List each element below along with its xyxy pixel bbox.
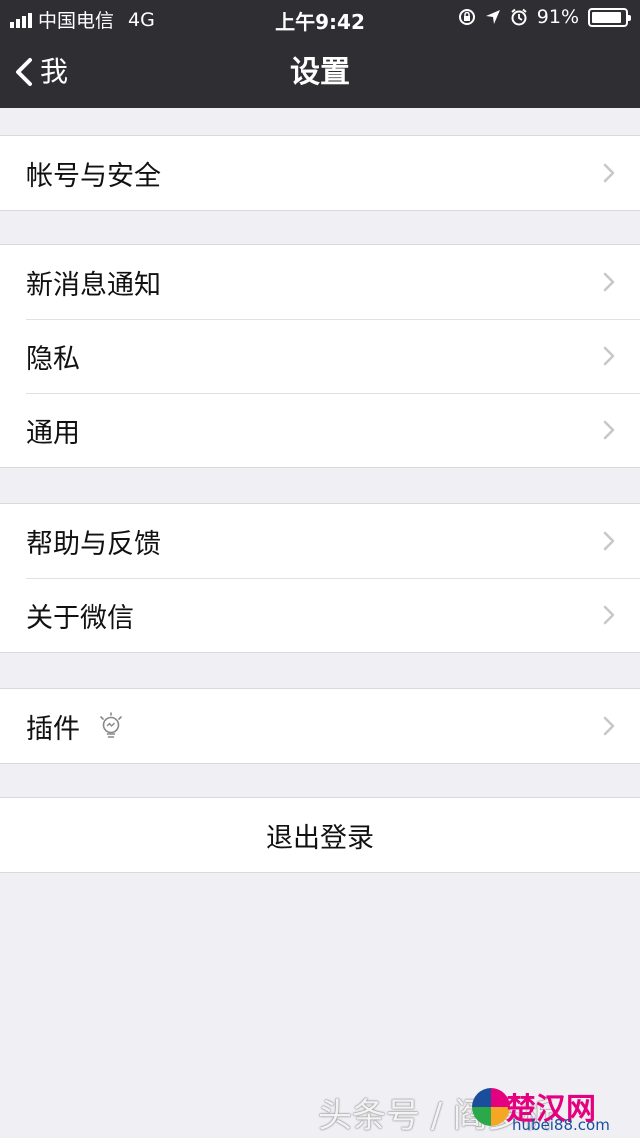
chevron-right-icon [603, 716, 615, 736]
status-bar-right: 91% [458, 6, 631, 28]
settings-group-general: 新消息通知 隐私 通用 [0, 244, 640, 468]
battery-percent: 91% [536, 6, 579, 28]
settings-item-label: 插件 [26, 713, 80, 745]
navigation-bar: 我 设置 [0, 36, 640, 108]
alarm-icon [511, 8, 527, 26]
network-type: 4G [128, 8, 155, 31]
settings-item-label: 帮助与反馈 [26, 528, 161, 560]
battery-level [592, 11, 622, 23]
settings-item-general[interactable]: 通用 [0, 393, 640, 467]
chevron-right-icon [603, 420, 615, 440]
settings-item-account-security[interactable]: 帐号与安全 [0, 136, 640, 210]
watermark-logo: 楚汉网 hubei88.com [472, 1082, 632, 1134]
orientation-lock-icon [458, 9, 475, 25]
logout-button[interactable]: 退出登录 [0, 798, 640, 872]
settings-item-label: 帐号与安全 [26, 160, 161, 192]
lightbulb-icon [100, 712, 122, 738]
settings-item-help-feedback[interactable]: 帮助与反馈 [0, 504, 640, 578]
settings-group-help: 帮助与反馈 关于微信 [0, 503, 640, 653]
carrier-name: 中国电信 [38, 10, 115, 32]
location-arrow-icon [485, 10, 500, 24]
chevron-right-icon [603, 163, 615, 183]
chevron-right-icon [603, 272, 615, 292]
chevron-right-icon [603, 531, 615, 551]
settings-item-privacy[interactable]: 隐私 [0, 319, 640, 393]
settings-item-label: 新消息通知 [26, 269, 161, 301]
settings-group-account: 帐号与安全 [0, 135, 640, 211]
settings-item-label: 关于微信 [26, 602, 134, 634]
settings-item-label: 通用 [26, 417, 80, 449]
back-button-label: 我 [40, 55, 69, 88]
watermark-domain: hubei88.com [512, 1116, 610, 1134]
settings-item-about[interactable]: 关于微信 [0, 578, 640, 652]
chevron-left-icon [16, 58, 32, 86]
settings-group-plugins: 插件 [0, 688, 640, 764]
signal-strength-icon [10, 12, 32, 28]
status-bar: 中国电信 4G 上午9:42 91% [0, 0, 640, 36]
logout-group: 退出登录 [0, 797, 640, 873]
globe-logo-icon [472, 1088, 510, 1126]
chevron-right-icon [603, 605, 615, 625]
settings-item-label: 隐私 [26, 343, 80, 375]
back-button[interactable]: 我 [14, 54, 68, 90]
settings-item-notifications[interactable]: 新消息通知 [0, 245, 640, 319]
logout-label: 退出登录 [266, 822, 374, 854]
battery-icon [588, 7, 631, 27]
chevron-right-icon [603, 346, 615, 366]
page-title: 设置 [290, 55, 350, 90]
settings-item-plugins[interactable]: 插件 [0, 689, 640, 763]
status-bar-left: 中国电信 4G [10, 6, 155, 33]
watermark: 头条号 / 阎多析 楚汉网 hubei88.com [310, 1078, 640, 1138]
